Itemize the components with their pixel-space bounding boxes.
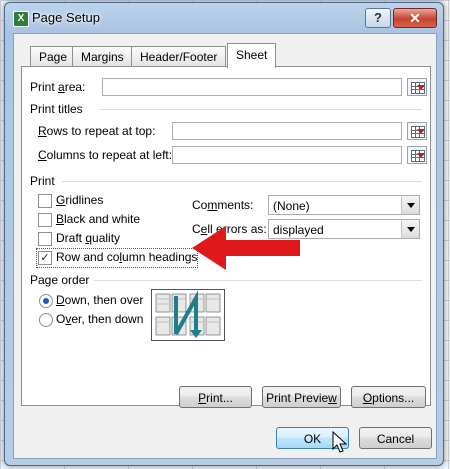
red-down-arrow-icon	[417, 129, 425, 134]
close-button[interactable]: ✕	[393, 8, 437, 28]
red-down-arrow-icon	[417, 153, 425, 158]
tab-margins[interactable]: Margins	[72, 46, 133, 67]
title-bar[interactable]: X Page Setup ? ✕	[5, 3, 443, 33]
black-and-white-checkbox[interactable]	[38, 213, 52, 227]
red-arrow-annotation	[192, 226, 300, 270]
print-button[interactable]: Print...	[179, 386, 252, 408]
options-button[interactable]: Options...	[351, 386, 426, 408]
down-then-over-radio[interactable]	[39, 294, 53, 308]
gridlines-checkbox[interactable]	[38, 194, 52, 208]
columns-to-repeat-input[interactable]	[172, 146, 402, 164]
tab-sheet[interactable]: Sheet	[227, 43, 277, 68]
comments-select[interactable]: (None)	[268, 195, 420, 215]
mouse-cursor-icon	[332, 431, 348, 453]
chevron-down-icon[interactable]	[401, 196, 419, 214]
columns-collapse-button[interactable]	[407, 146, 427, 164]
print-area-input[interactable]	[102, 78, 402, 96]
black-and-white-label[interactable]: Black and white	[56, 212, 140, 226]
page-order-heading: Page order	[30, 273, 90, 287]
chevron-down-icon[interactable]	[401, 220, 419, 238]
print-area-label: Print area:	[30, 80, 86, 94]
comments-select-value: (None)	[273, 199, 310, 213]
print-heading: Print	[30, 174, 55, 188]
draft-quality-label[interactable]: Draft quality	[56, 231, 120, 245]
print-area-collapse-button[interactable]	[407, 78, 427, 96]
excel-app-icon: X	[13, 11, 29, 27]
columns-to-repeat-label: Columns to repeat at left:	[38, 148, 173, 162]
red-down-arrow-icon	[417, 85, 425, 90]
comments-label: Comments:	[192, 198, 254, 212]
print-divider	[62, 181, 422, 182]
rows-collapse-button[interactable]	[407, 122, 427, 140]
cancel-button[interactable]: Cancel	[359, 427, 432, 449]
over-then-down-label[interactable]: Over, then down	[56, 312, 143, 326]
tab-header-footer[interactable]: Header/Footer	[131, 46, 227, 67]
rows-to-repeat-input[interactable]	[172, 122, 402, 140]
dialog-title: Page Setup	[32, 10, 100, 25]
help-button[interactable]: ?	[365, 8, 391, 28]
print-titles-divider	[100, 109, 422, 110]
rows-to-repeat-label: Rows to repeat at top:	[38, 124, 156, 138]
print-preview-button[interactable]: Print Preview	[262, 386, 341, 408]
draft-quality-checkbox[interactable]	[38, 232, 52, 246]
page-setup-dialog: X Page Setup ? ✕ Page Margins Header/Foo…	[4, 2, 444, 466]
over-then-down-radio[interactable]	[39, 313, 53, 327]
gridlines-label[interactable]: Gridlines	[56, 193, 103, 207]
print-titles-heading: Print titles	[30, 102, 83, 116]
page-order-icon	[151, 289, 225, 341]
row-column-headings-label[interactable]: Row and column headings	[56, 250, 197, 264]
dialog-body: Page Margins Header/Footer Sheet Print a…	[13, 33, 437, 459]
down-then-over-label[interactable]: Down, then over	[56, 293, 143, 307]
row-column-headings-checkbox[interactable]: ✓	[38, 251, 52, 265]
page-order-divider	[94, 280, 422, 281]
tab-page[interactable]: Page	[30, 46, 77, 67]
